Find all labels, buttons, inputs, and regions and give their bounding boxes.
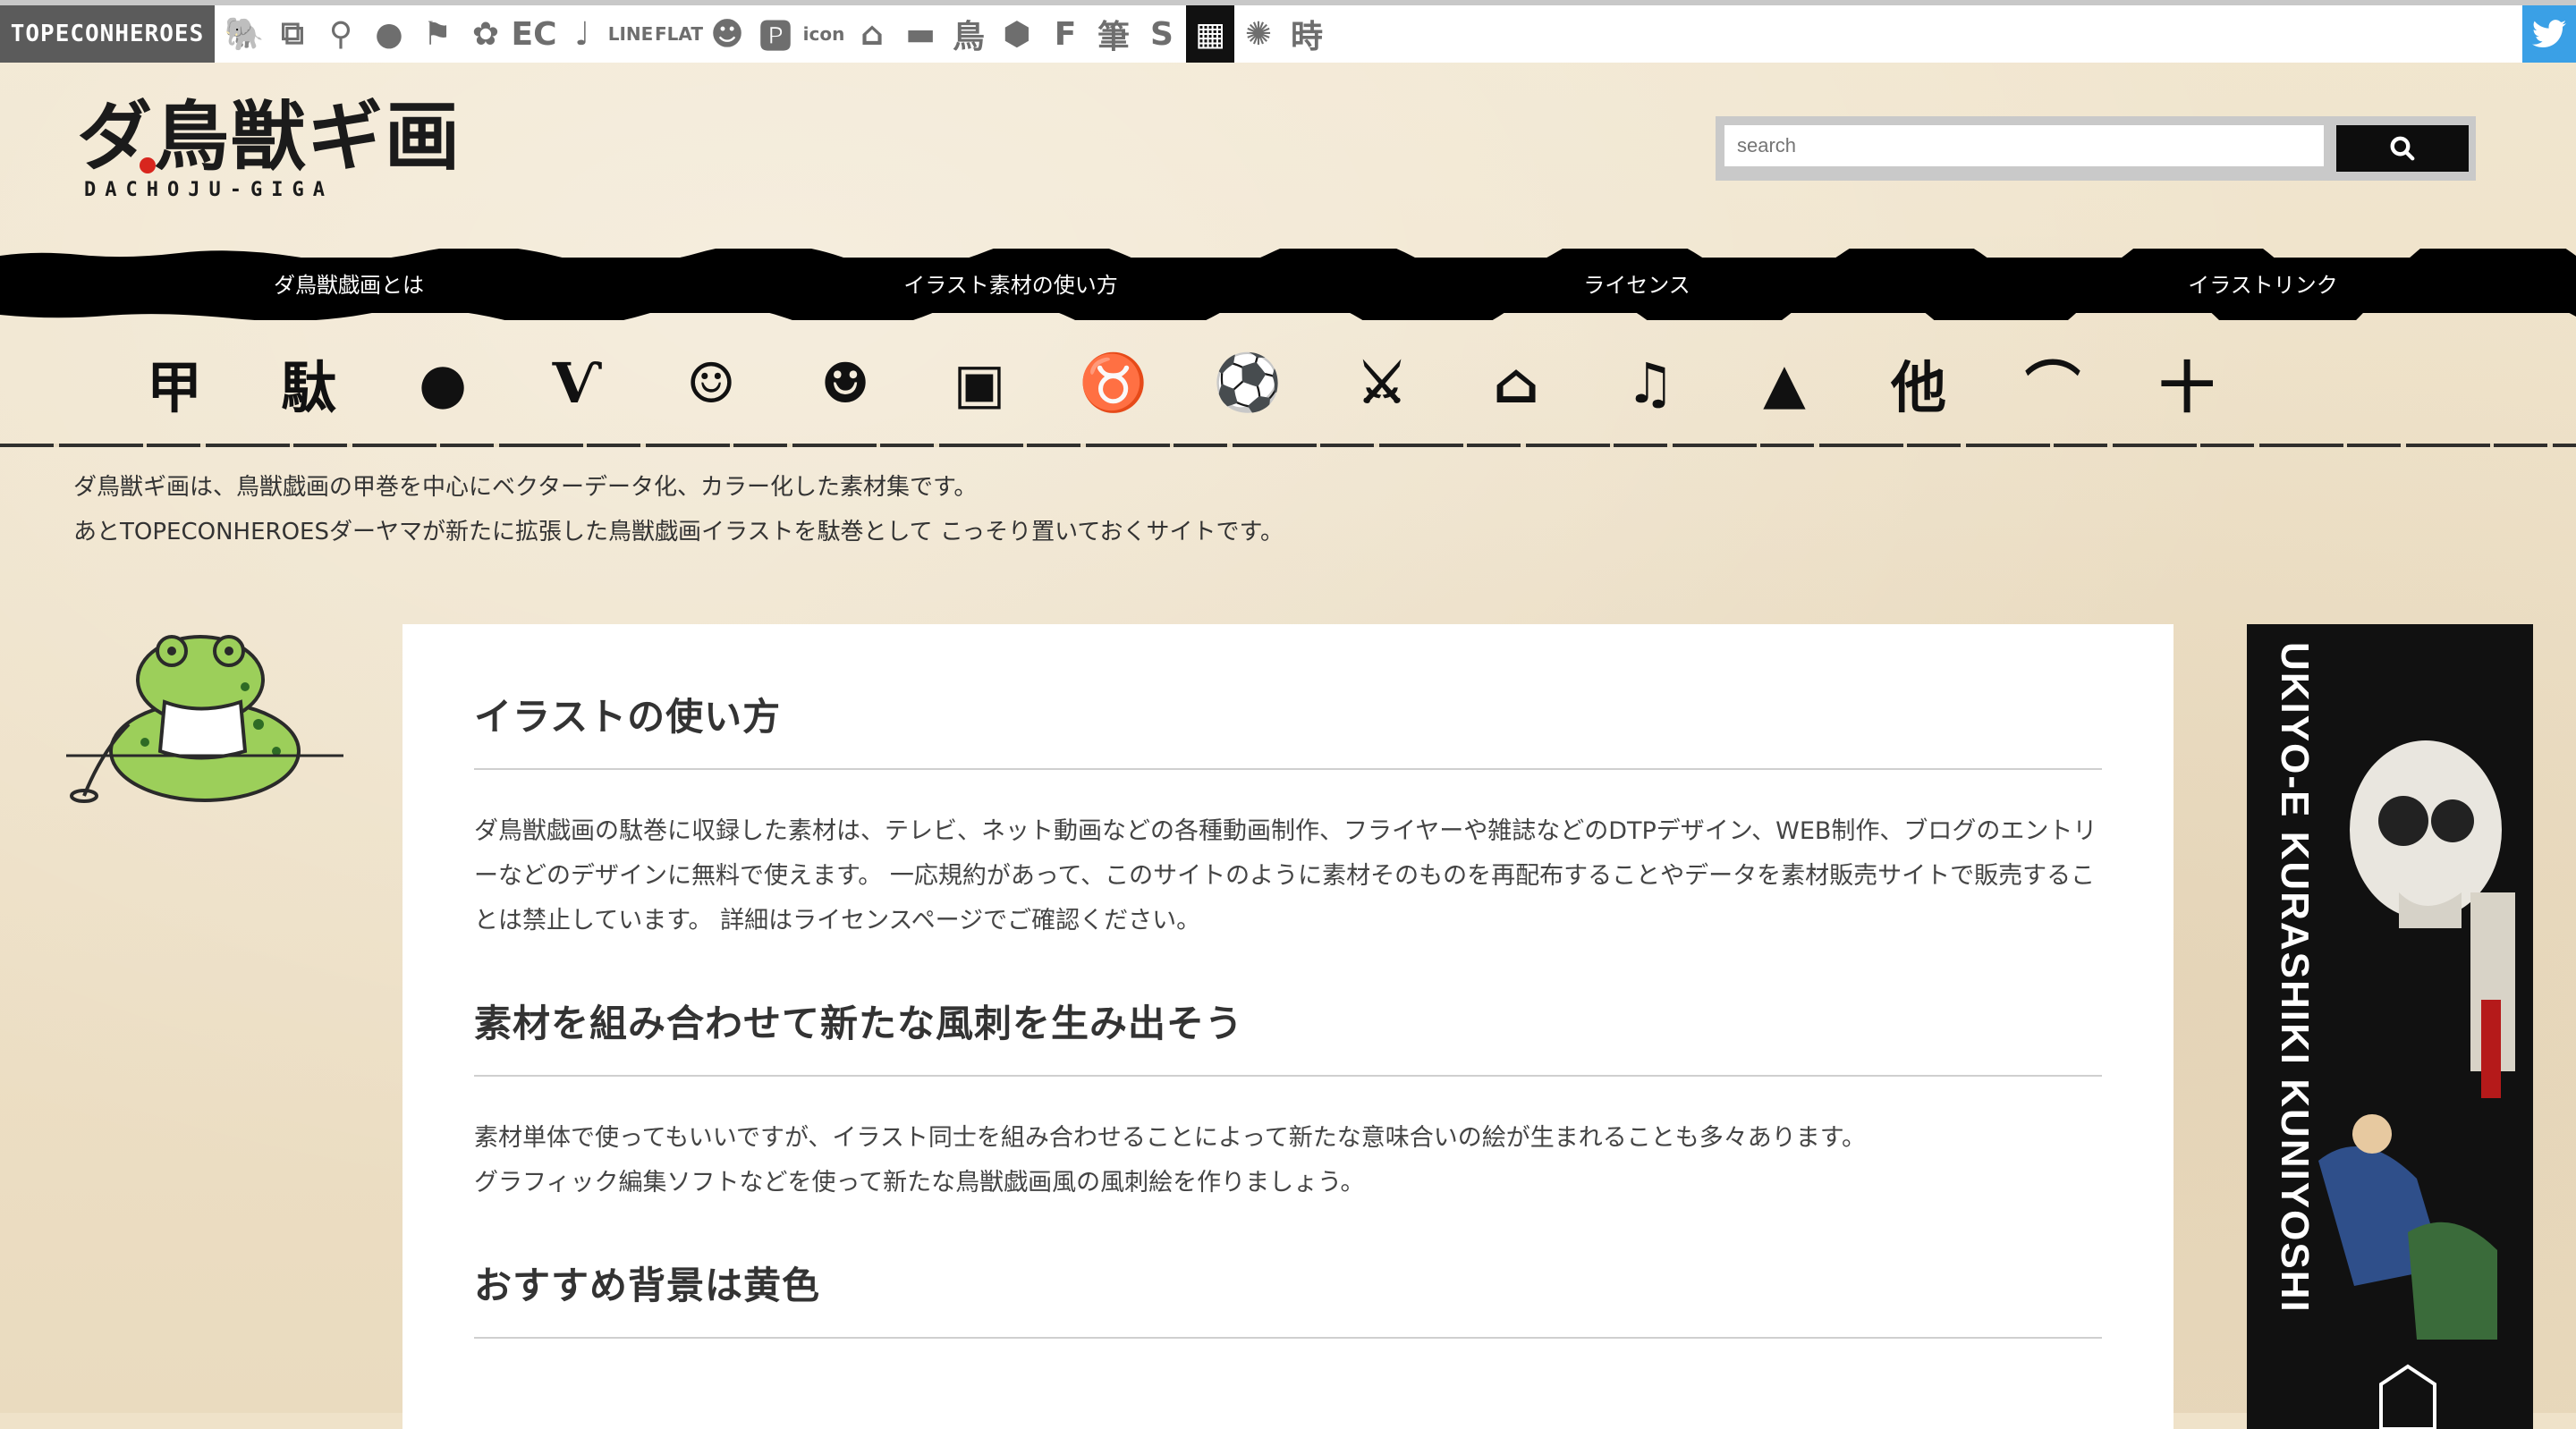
nav-about[interactable]: ダ鳥獣戯画とは <box>0 258 698 313</box>
ec-icon[interactable]: EC <box>510 5 558 63</box>
frog-illustration <box>66 635 343 803</box>
logo-red-dot <box>140 157 156 173</box>
nav-rough-edge-top <box>0 249 2576 258</box>
flower-icon[interactable]: ✿ <box>462 5 510 63</box>
bed-icon[interactable]: ▬ <box>896 5 945 63</box>
category-kou-icon[interactable]: 甲 <box>107 347 242 420</box>
category-bag-icon[interactable]: ▣ <box>912 347 1046 419</box>
animal-icon[interactable]: 🐘 <box>220 5 268 63</box>
section-heading-usage: イラストの使い方 <box>474 624 2102 770</box>
smiley-icon[interactable]: ☻ <box>703 5 751 63</box>
category-tongue-icon[interactable]: ♉ <box>1046 347 1181 419</box>
logo-subtitle: DACHOJU-GIGA <box>84 179 334 201</box>
music-note-icon[interactable]: ♩ <box>558 5 606 63</box>
section-body-combine-line-2: グラフィック編集ソフトなどを使って新たな鳥獣戯画風の風刺絵を作りましょう。 <box>474 1169 1365 1196</box>
category-rabbit-icon[interactable]: Ѵ <box>510 347 644 419</box>
brush-kanji-icon[interactable]: 筆 <box>1089 5 1138 63</box>
grid-icon[interactable]: ▦ <box>1186 5 1234 63</box>
category-icon-row: 甲駄 ● Ѵ ☺ ☻ ▣ ♉ ⚽ ⚔ ⌂ ♫ ▲ 他 ⌒ 十 <box>107 347 2254 420</box>
category-da-icon[interactable]: 駄 <box>242 347 376 420</box>
hexagon-icon[interactable]: ⬢ <box>993 5 1041 63</box>
search-button[interactable] <box>2336 125 2469 172</box>
nav-rough-edge-bottom <box>0 311 2576 320</box>
main-nav: ダ鳥獣戯画とは イラスト素材の使い方 ライセンス イラストリンク <box>0 258 2576 313</box>
site-intro: ダ鳥獣ギ画は、鳥獣戯画の甲巻を中心にベクターデータ化、カラー化した素材集です。 … <box>73 465 1284 554</box>
section-heading-combine: 素材を組み合わせて新たな風刺を生み出そう <box>474 943 2102 1077</box>
category-other-icon[interactable]: 他 <box>1852 347 1986 420</box>
section-body-usage: ダ鳥獣戯画の駄巻に収録した素材は、テレビ、ネット動画などの各種動画制作、フライヤ… <box>474 817 2097 934</box>
nav-license[interactable]: ライセンス <box>1324 258 1950 313</box>
ad-artwork <box>2318 740 2515 1429</box>
flag-icon[interactable]: ⚑ <box>413 5 462 63</box>
category-plus-icon[interactable]: 十 <box>2120 347 2254 420</box>
section-heading-background: おすすめ背景は黄色 <box>474 1205 2102 1339</box>
logo-title: ダ鳥獣ギ画 <box>77 92 462 181</box>
icon-text-icon[interactable]: icon <box>800 5 848 63</box>
intro-line-1: ダ鳥獣ギ画は、鳥獣戯画の甲巻を中心にベクターデータ化、カラー化した素材集です。 <box>73 474 978 501</box>
section-body-combine-line-1: 素材単体で使ってもいいですが、イラスト同士を組み合わせることによって新たな意味合… <box>474 1124 1867 1152</box>
copy-icon[interactable]: ⧉ <box>268 5 317 63</box>
nav-links[interactable]: イラストリンク <box>1950 258 2576 313</box>
content-card: イラストの使い方 ダ鳥獣戯画の駄巻に収録した素材は、テレビ、ネット動画などの各種… <box>402 624 2174 1429</box>
category-swords-icon[interactable]: ⚔ <box>1315 347 1449 419</box>
time-kanji-icon[interactable]: 時 <box>1283 5 1331 63</box>
flat-icon[interactable]: FLAT <box>655 5 703 63</box>
speech-bubble-icon[interactable]: ● <box>365 5 413 63</box>
category-face-icon[interactable]: ☻ <box>778 347 912 419</box>
p-icon[interactable]: 🅿 <box>751 5 800 63</box>
nav-usage[interactable]: イラスト素材の使い方 <box>698 258 1324 313</box>
f-icon[interactable]: F <box>1041 5 1089 63</box>
site-logo[interactable]: ダ鳥獣ギ画 DACHOJU-GIGA <box>77 92 462 202</box>
search-icon <box>2390 136 2415 161</box>
category-monkey-icon[interactable]: ☺ <box>644 347 778 419</box>
burst-icon[interactable]: ✺ <box>1234 5 1283 63</box>
category-mountain-icon[interactable]: ▲ <box>1717 347 1852 419</box>
building-icon[interactable]: ⌂ <box>848 5 896 63</box>
category-ball-icon[interactable]: ⚽ <box>1181 347 1315 419</box>
bird-kanji-icon[interactable]: 鳥 <box>945 5 993 63</box>
toolbar-icon-row: 🐘 ⧉ ⚲ ● ⚑ ✿ EC ♩ LINE FLAT ☻ 🅿icon ⌂ ▬ 鳥 ⬢ F 筆 S ▦ ✺ 時 <box>220 5 1331 63</box>
line-icon[interactable]: LINE <box>606 5 655 63</box>
ukiyoe-ad-banner[interactable]: UKIYO-E KURASHIKI KUNIYOSHI <box>2247 624 2533 1429</box>
section-body-combine: 素材単体で使ってもいいですが、イラスト同士を組み合わせることによって新たな意味合… <box>474 1116 2102 1205</box>
s-icon[interactable]: S <box>1138 5 1186 63</box>
search-input[interactable] <box>1724 125 2324 166</box>
search-box <box>1716 116 2476 181</box>
category-school-icon[interactable]: ⌂ <box>1449 347 1583 419</box>
intro-line-2: あとTOPECONHEROESダーヤマが新たに拡張した鳥獣戯画イラストを駄巻とし… <box>73 519 1284 545</box>
category-music-icon[interactable]: ♫ <box>1583 347 1717 419</box>
figure-icon[interactable]: ⚲ <box>317 5 365 63</box>
category-frog-icon[interactable]: ● <box>376 347 510 419</box>
top-toolbar: TOPECONHEROES 🐘 ⧉ ⚲ ● ⚑ ✿ EC ♩ LINE FLAT ☻ 🅿icon ⌂ ▬ 鳥… <box>0 0 2576 63</box>
category-landscape-icon[interactable]: ⌒ <box>1986 347 2120 420</box>
topeconheroes-brand-tab[interactable]: TOPECONHEROES <box>0 5 215 63</box>
twitter-icon[interactable] <box>2522 5 2576 63</box>
category-divider <box>0 444 2576 447</box>
